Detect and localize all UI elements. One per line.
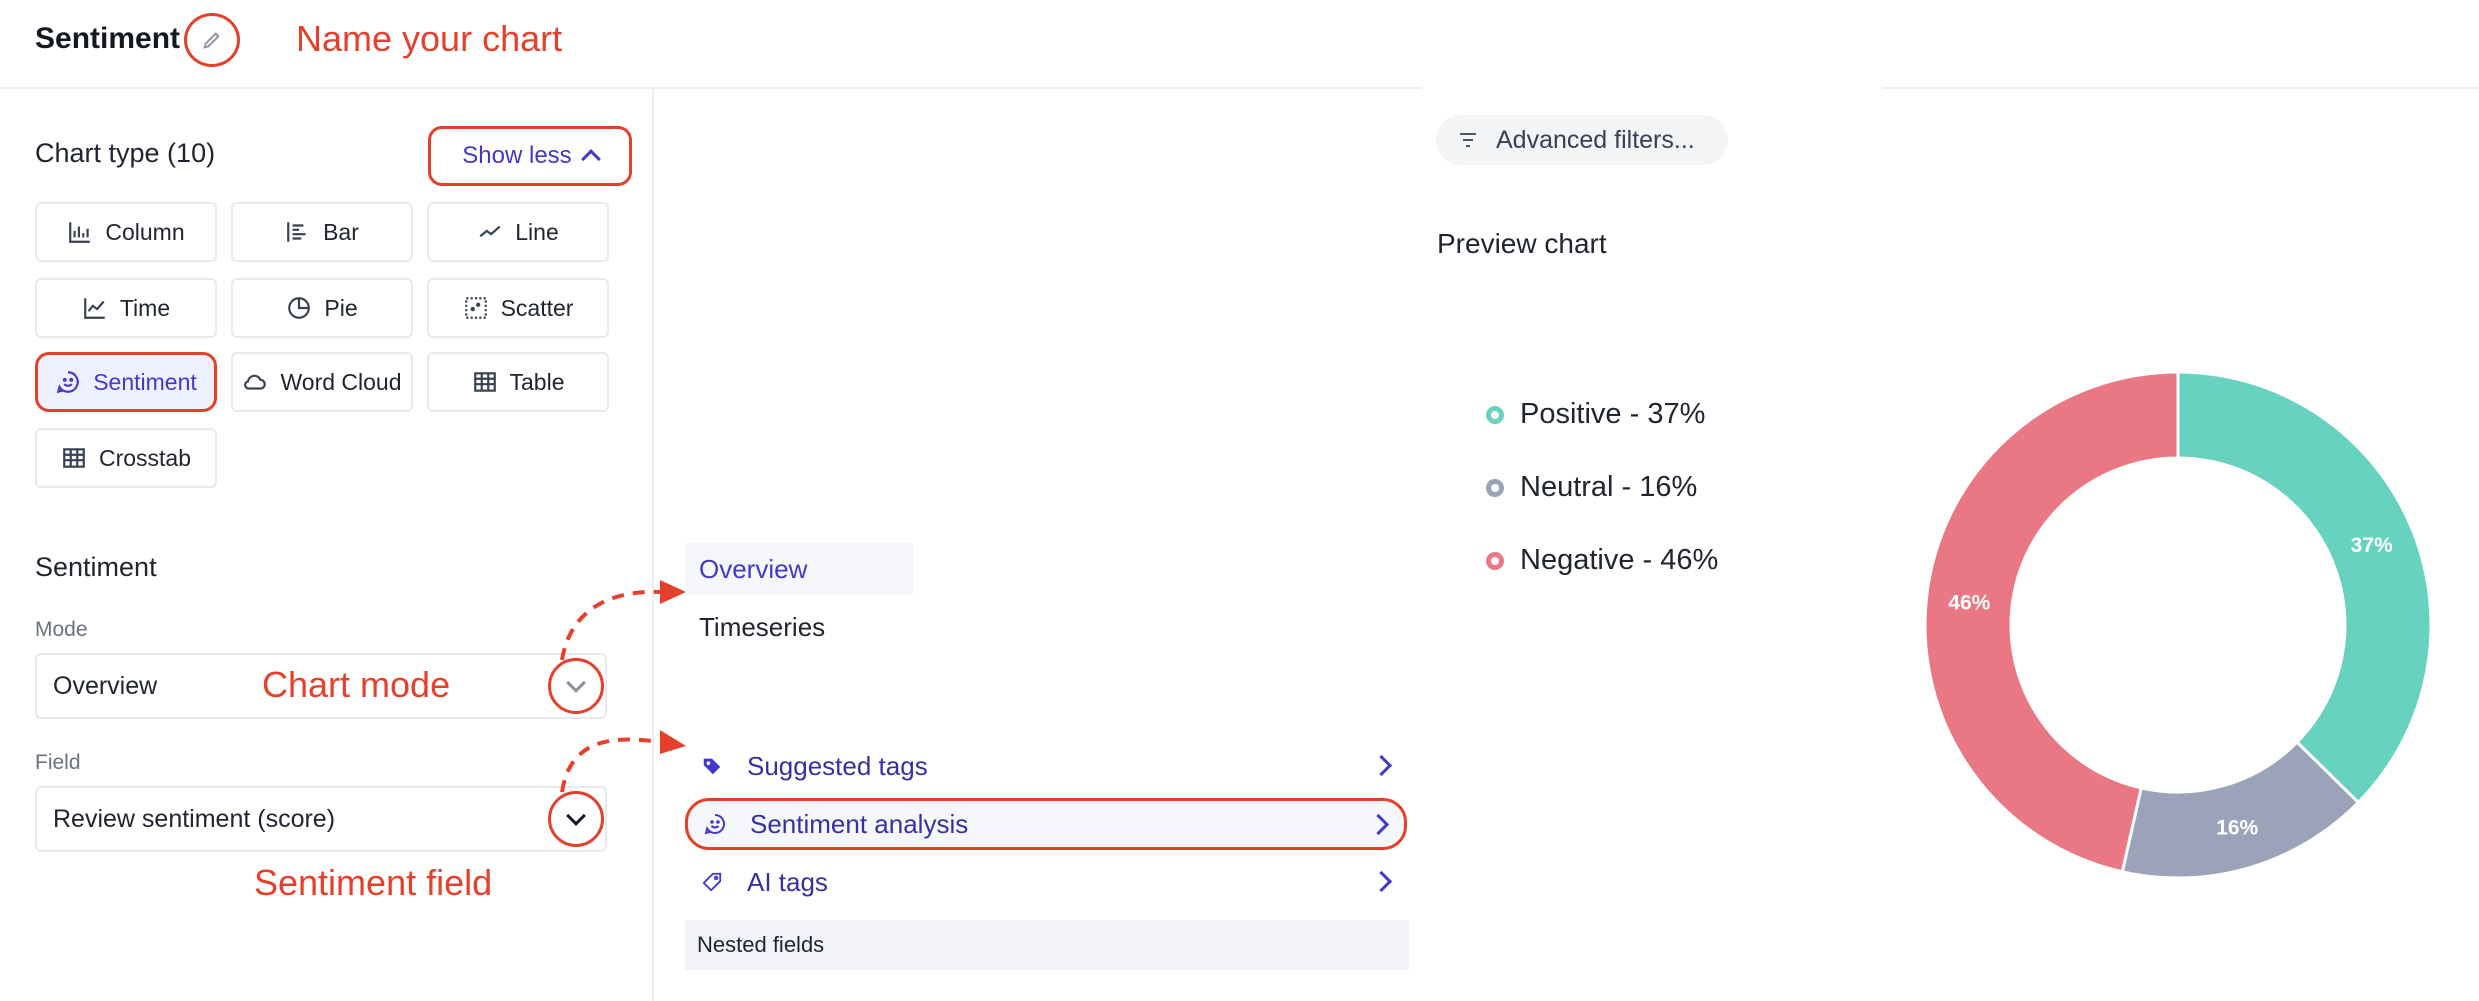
chevron-right-icon (1370, 754, 1393, 777)
chart-type-label: Pie (324, 294, 358, 321)
legend-item-neutral: Neutral - 16% (1486, 471, 1718, 504)
header-divider-right (1882, 87, 2479, 89)
chart-type-label: Table (509, 368, 565, 395)
chevron-right-icon (1367, 813, 1390, 836)
chart-type-label: Column (105, 218, 185, 245)
chart-type-column-button[interactable]: Column (35, 202, 217, 262)
field-option-label: AI tags (747, 866, 828, 897)
field-option-suggested-tags[interactable]: Suggested tags (685, 740, 1407, 792)
sentiment-heading: Sentiment (35, 552, 157, 582)
chart-type-label: Time (119, 294, 171, 321)
legend-swatch (1486, 405, 1504, 424)
pencil-icon (203, 32, 220, 49)
chart-type-word-cloud-button[interactable]: Word Cloud (231, 352, 413, 412)
chart-type-label: Sentiment (93, 368, 197, 395)
edit-name-button[interactable] (184, 13, 240, 67)
header-divider (0, 87, 1422, 89)
advanced-filters-button[interactable]: Advanced filters... (1436, 115, 1728, 165)
tag-icon (699, 869, 725, 895)
donut-chart: 37% 16% 46% (1923, 370, 2433, 880)
chevron-right-icon (1370, 870, 1393, 893)
mode-option-overview[interactable]: Overview (685, 543, 913, 595)
chart-type-table-button[interactable]: Table (427, 352, 609, 412)
chevron-up-icon (580, 149, 601, 169)
filter-icon (1460, 133, 1476, 147)
chart-type-line-button[interactable]: Line (427, 202, 609, 262)
table-icon (472, 369, 498, 395)
chart-type-label: Line (515, 218, 559, 245)
field-option-label: Suggested tags (747, 750, 928, 781)
chart-type-pie-button[interactable]: Pie (231, 278, 413, 338)
field-option-sentiment-analysis[interactable]: Sentiment analysis (685, 798, 1407, 850)
donut-slice-positive (2176, 370, 2433, 805)
mode-value: Overview (53, 671, 158, 700)
mode-option-label: Timeseries (699, 612, 826, 642)
chart-type-heading: Chart type (10) (35, 138, 216, 168)
legend-label: Negative - 46% (1520, 544, 1719, 576)
donut-data-label: 46% (1948, 592, 1990, 615)
chart-name[interactable]: Sentiment (35, 22, 180, 56)
field-label: Field (35, 751, 81, 774)
mode-label: Mode (35, 618, 88, 641)
pie-chart-icon (286, 295, 312, 321)
sentiment-icon (55, 369, 81, 395)
nested-fields-header: Nested fields (685, 920, 1409, 970)
chart-type-bar-button[interactable]: Bar (231, 202, 413, 262)
legend-label: Neutral - 16% (1520, 471, 1698, 503)
chart-type-scatter-button[interactable]: Scatter (427, 278, 609, 338)
panel-divider (652, 89, 654, 1001)
crosstab-icon (61, 445, 87, 471)
chart-type-label: Word Cloud (280, 368, 402, 395)
mode-option-timeseries[interactable]: Timeseries (699, 612, 825, 643)
field-option-ai-tags[interactable]: AI tags (685, 856, 1407, 908)
chart-type-label: Scatter (500, 294, 574, 321)
show-less-button[interactable]: Show less (428, 126, 632, 186)
line-chart-icon (477, 219, 503, 245)
preview-chart-title: Preview chart (1437, 228, 1607, 259)
legend-item-positive: Positive - 37% (1486, 398, 1718, 431)
field-option-label: Sentiment analysis (750, 808, 969, 839)
chart-type-sentiment-button[interactable]: Sentiment (35, 352, 217, 412)
chart-type-crosstab-button[interactable]: Crosstab (35, 428, 217, 488)
legend-label: Positive - 37% (1520, 398, 1706, 430)
donut-slice-negative (1923, 370, 2180, 874)
annotation-sentiment-field: Sentiment field (254, 862, 493, 903)
advanced-filters-label: Advanced filters... (1496, 125, 1695, 154)
smiley-icon (702, 811, 728, 837)
legend-swatch (1486, 478, 1504, 497)
show-less-label: Show less (462, 142, 572, 169)
chart-type-label: Bar (323, 218, 359, 245)
bar-chart-icon (285, 219, 311, 245)
chart-type-label: Crosstab (98, 444, 192, 471)
annotation-chart-mode: Chart mode (262, 664, 451, 705)
time-chart-icon (82, 295, 108, 321)
donut-data-label: 37% (2351, 534, 2393, 557)
cloud-icon (242, 369, 268, 395)
annotation-arrows (560, 580, 686, 793)
tags-icon (699, 753, 725, 779)
column-chart-icon (67, 219, 93, 245)
legend-swatch (1486, 551, 1504, 570)
annotation-name-chart: Name your chart (296, 18, 563, 59)
chart-type-time-button[interactable]: Time (35, 278, 217, 338)
scatter-chart-icon (463, 295, 489, 321)
donut-data-label: 16% (2216, 816, 2258, 839)
field-select[interactable]: Review sentiment (score) (35, 786, 607, 852)
legend-item-negative: Negative - 46% (1486, 544, 1718, 577)
field-value: Review sentiment (score) (53, 804, 336, 833)
mode-option-label: Overview (699, 553, 808, 584)
chart-legend: Positive - 37% Neutral - 16% Negative - … (1486, 398, 1718, 577)
